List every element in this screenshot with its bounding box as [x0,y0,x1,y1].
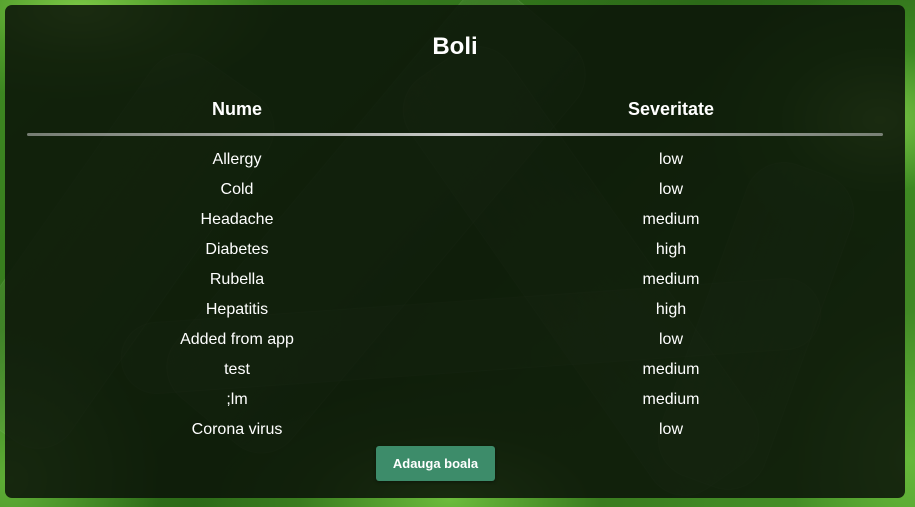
diseases-table-body: Allergy low Cold low Headache medium Dia… [5,150,905,450]
header-divider [27,133,883,136]
disease-name-cell: Headache [200,211,274,228]
add-disease-button[interactable]: Adauga boala [376,446,495,481]
disease-severity-cell: low [658,181,683,198]
table-row: Cold low [5,180,905,210]
disease-severity-cell: medium [642,361,700,378]
disease-name-cell: Diabetes [205,241,269,258]
table-row: test medium [5,360,905,390]
disease-name-cell: Hepatitis [205,301,269,318]
disease-name-cell: Cold [220,181,254,198]
table-row: Rubella medium [5,270,905,300]
table-row: ;lm medium [5,390,905,420]
disease-severity-cell: low [658,331,683,348]
disease-severity-cell: high [655,241,687,258]
page-title: Boli [432,33,478,60]
disease-name-cell: Corona virus [191,421,283,438]
table-header: Nume Severitate [5,99,905,125]
disease-severity-cell: low [658,151,683,168]
disease-name-cell: Allergy [212,151,262,168]
table-row: Headache medium [5,210,905,240]
table-row: Diabetes high [5,240,905,270]
disease-name-cell: ;lm [226,391,248,408]
column-header-name: Nume [211,99,262,119]
table-row: Added from app low [5,330,905,360]
disease-severity-cell: medium [642,211,700,228]
disease-severity-cell: medium [642,391,700,408]
disease-severity-cell: low [658,421,683,438]
disease-name-cell: Rubella [209,271,265,288]
disease-name-cell: Added from app [180,331,294,348]
disease-name-cell: test [224,361,250,378]
table-row: Hepatitis high [5,300,905,330]
disease-severity-cell: medium [642,271,700,288]
column-header-severity: Severitate [627,99,715,119]
diseases-card: Boli Nume Severitate Allergy low Cold lo… [5,5,905,498]
disease-severity-cell: high [655,301,687,318]
table-row: Allergy low [5,150,905,180]
